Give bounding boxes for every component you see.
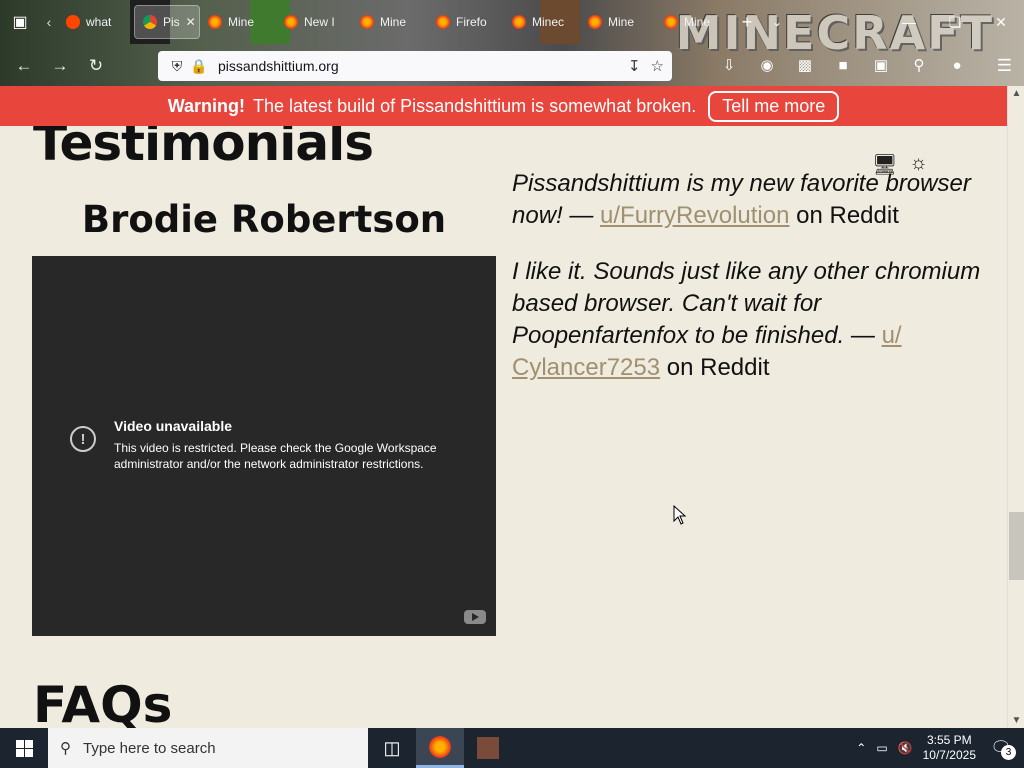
firefox-icon [664,15,678,29]
scroll-up-icon[interactable]: ▲ [1008,88,1024,99]
app-taskbar-icon[interactable] [464,728,512,768]
clock-date: 10/7/2025 [922,748,976,762]
tab-item[interactable]: Mine [580,5,656,39]
video-embed[interactable]: ! Video unavailable This video is restri… [32,256,496,636]
task-view-icon[interactable]: ◫ [368,728,416,768]
firefox-icon [208,15,222,29]
close-window-icon[interactable]: ✕ [978,14,1024,31]
tab-label: what [86,15,112,29]
windows-taskbar: ⚲ Type here to search ◫ ⌃ ▭ 🔇 3:55 PM 10… [0,728,1024,768]
firefox-icon [588,15,602,29]
scroll-down-icon[interactable]: ▼ [1008,715,1024,726]
warning-banner: Warning! The latest build of Pissandshit… [0,86,1007,126]
extension-circle-icon[interactable]: ● [944,51,970,79]
alert-icon: ! [70,426,96,452]
tab-item[interactable]: what [58,5,134,39]
browser-chrome: MINECRAFT ▣ ‹ what Pis ✕ Mine New I Mine… [0,0,1024,86]
search-icon: ⚲ [60,740,71,757]
youtube-icon[interactable] [464,610,486,624]
testimonial-list: Pissandshittium is my new favorite brows… [512,168,982,408]
download-icon[interactable]: ↧ [628,57,641,75]
notification-badge: 3 [1001,745,1016,760]
testimonial-item: I like it. Sounds just like any other ch… [512,256,982,384]
tab-label: Mine [608,15,635,29]
app-icon [477,737,499,759]
video-heading: Brodie Robertson [81,198,447,241]
search-extension-icon[interactable]: ⚲ [906,51,932,79]
downloads-icon[interactable]: ⇩ [716,51,742,79]
tab-label: Minec [532,15,565,29]
system-tray: ⌃ ▭ 🔇 3:55 PM 10/7/2025 🗨 3 [856,733,1024,763]
notification-icon[interactable]: 🗨 3 [986,738,1016,760]
firefox-icon [284,15,298,29]
page-scrollbar[interactable]: ▲ ▼ [1007,86,1024,728]
taskbar-search[interactable]: ⚲ Type here to search [48,728,368,768]
testimonial-source: on Reddit [660,354,770,381]
scrollbar-thumb[interactable] [1009,512,1024,580]
tab-item[interactable]: Firefo [428,5,504,39]
firefox-icon [436,15,450,29]
tab-label: New I [304,15,335,29]
warning-label: Warning! [167,95,246,116]
tell-me-more-button[interactable]: Tell me more [708,90,840,122]
back-icon[interactable]: ← [6,51,42,81]
shield-icon[interactable]: ⛨ [166,58,188,75]
url-text[interactable]: pissandshittium.org [218,58,339,74]
tab-label: Mine [228,15,255,29]
chevron-down-icon[interactable]: ⌄ [762,15,792,29]
extension-icon[interactable]: ▣ [868,51,894,79]
firefox-icon [429,735,451,758]
chromium-icon [143,15,157,29]
tab-item[interactable]: Mine [352,5,428,39]
faqs-title: FAQs [33,676,173,728]
tab-item[interactable]: New I [276,5,352,39]
extension-minecraft-icon[interactable]: ■ [830,51,856,79]
lock-icon[interactable]: 🔒 [188,58,210,75]
video-error-description: This video is restricted. Please check t… [114,441,437,471]
tab-bar: ▣ ‹ what Pis ✕ Mine New I Mine Firefo Mi… [0,0,1024,44]
video-error-message: ! Video unavailable This video is restri… [70,418,454,472]
video-error-title: Video unavailable [114,418,233,434]
address-bar[interactable]: ⛨ 🔒 pissandshittium.org ↧ ☆ [158,51,672,81]
reload-icon[interactable]: ↻ [78,51,114,81]
maximize-icon[interactable]: ❏ [932,14,978,31]
tab-item[interactable]: Mine [200,5,276,39]
tab-label: Pis [163,15,180,29]
account-icon[interactable]: ◉ [754,51,780,79]
web-page: Warning! The latest build of Pissandshit… [0,86,1007,728]
tab-list-icon[interactable]: ▣ [0,0,40,44]
nav-bar: ← → ↻ ⛨ 🔒 pissandshittium.org ↧ ☆ ⇩ ◉ ▩ … [0,48,1024,84]
firefox-icon [512,15,526,29]
reddit-icon [66,15,80,29]
warning-message: The latest build of Pissandshittium is s… [253,95,697,116]
tab-item[interactable]: Mine [656,5,732,39]
windows-start-icon[interactable] [0,728,48,768]
search-placeholder: Type here to search [83,739,216,757]
testimonial-text: I like it. Sounds just like any other ch… [512,258,981,349]
volume-muted-icon[interactable]: 🔇 [898,741,913,755]
minimize-icon[interactable]: — [886,14,932,31]
extensions-icon[interactable]: ▩ [792,51,818,79]
bookmark-star-icon[interactable]: ☆ [651,57,664,75]
testimonial-item: Pissandshittium is my new favorite brows… [512,168,982,232]
firefox-taskbar-icon[interactable] [416,728,464,768]
new-tab-icon[interactable]: + [732,12,762,33]
tab-label: Mine [684,15,711,29]
testimonial-source: on Reddit [789,202,899,229]
tab-item[interactable]: Minec [504,5,580,39]
close-tab-icon[interactable]: ✕ [186,15,196,29]
clock-time: 3:55 PM [926,733,972,747]
forward-icon[interactable]: → [42,51,78,81]
tab-label: Mine [380,15,407,29]
tab-scroll-left-icon[interactable]: ‹ [40,14,58,30]
network-icon[interactable]: ▭ [876,741,887,755]
clock[interactable]: 3:55 PM 10/7/2025 [923,733,976,763]
firefox-icon [360,15,374,29]
tab-label: Firefo [456,15,487,29]
chevron-up-icon[interactable]: ⌃ [856,741,866,755]
menu-icon[interactable]: ☰ [997,56,1012,76]
author-link[interactable]: u/FurryRevolution [600,202,789,229]
tab-item-active[interactable]: Pis ✕ [134,5,200,39]
